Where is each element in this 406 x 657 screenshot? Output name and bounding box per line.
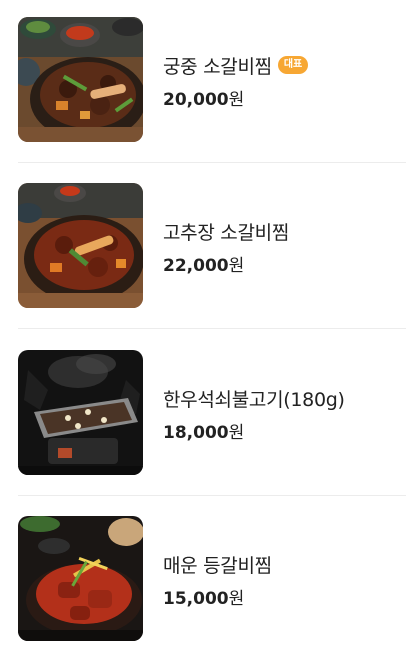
menu-item-name: 궁중 소갈비찜 [163, 55, 272, 78]
gochujang-galbi-photo [18, 183, 143, 308]
menu-item-name-row: 한우석쇠불고기(180g) [163, 384, 345, 412]
braised-galbi-photo [18, 17, 143, 142]
menu-item-spicy-back-ribs[interactable]: 매운 등갈비찜 15,000원 [0, 516, 406, 642]
menu-item-price-row: 15,000원 [163, 584, 272, 609]
signature-badge: 대표 [277, 56, 309, 74]
menu-item-info: 고추장 소갈비찜 22,000원 [163, 217, 289, 277]
grill-bulgogi-photo [18, 350, 143, 475]
spicy-ribs-photo [18, 516, 143, 641]
menu-item-name-row: 고추장 소갈비찜 [163, 217, 289, 245]
menu-item-price: 22,000 [163, 256, 229, 276]
menu-item-hanwoo-bulgogi[interactable]: 한우석쇠불고기(180g) 18,000원 [0, 350, 406, 476]
menu-item-price: 15,000 [163, 589, 229, 609]
menu-item-price-row: 18,000원 [163, 418, 345, 443]
menu-item-name: 한우석쇠불고기(180g) [163, 388, 345, 411]
menu-item-price: 20,000 [163, 90, 229, 110]
price-unit: 원 [228, 423, 245, 443]
divider [18, 162, 406, 163]
divider [18, 495, 406, 496]
menu-item-photo[interactable] [18, 17, 143, 142]
menu-item-name: 고추장 소갈비찜 [163, 221, 290, 244]
menu-item-gochujang-galbi-jjim[interactable]: 고추장 소갈비찜 22,000원 [0, 183, 406, 309]
menu-item-photo[interactable] [18, 183, 143, 308]
price-unit: 원 [228, 90, 245, 110]
menu-item-name: 매운 등갈비찜 [163, 554, 272, 577]
divider [18, 328, 406, 329]
price-unit: 원 [228, 589, 245, 609]
menu-item-photo[interactable] [18, 350, 143, 475]
menu-item-name-row: 매운 등갈비찜 [163, 550, 272, 578]
price-unit: 원 [228, 256, 245, 276]
menu-item-info: 한우석쇠불고기(180g) 18,000원 [163, 384, 345, 444]
menu-item-price-row: 20,000원 [163, 85, 308, 110]
menu-item-info: 궁중 소갈비찜 대표 20,000원 [163, 51, 309, 110]
menu-item-price: 18,000 [163, 423, 229, 443]
menu-item-price-row: 22,000원 [163, 251, 289, 276]
menu-item-name-row: 궁중 소갈비찜 대표 [163, 51, 309, 79]
menu-item-photo[interactable] [18, 516, 143, 641]
menu-item-info: 매운 등갈비찜 15,000원 [163, 550, 272, 610]
menu-item-royal-galbi-jjim[interactable]: 궁중 소갈비찜 대표 20,000원 [0, 17, 406, 143]
